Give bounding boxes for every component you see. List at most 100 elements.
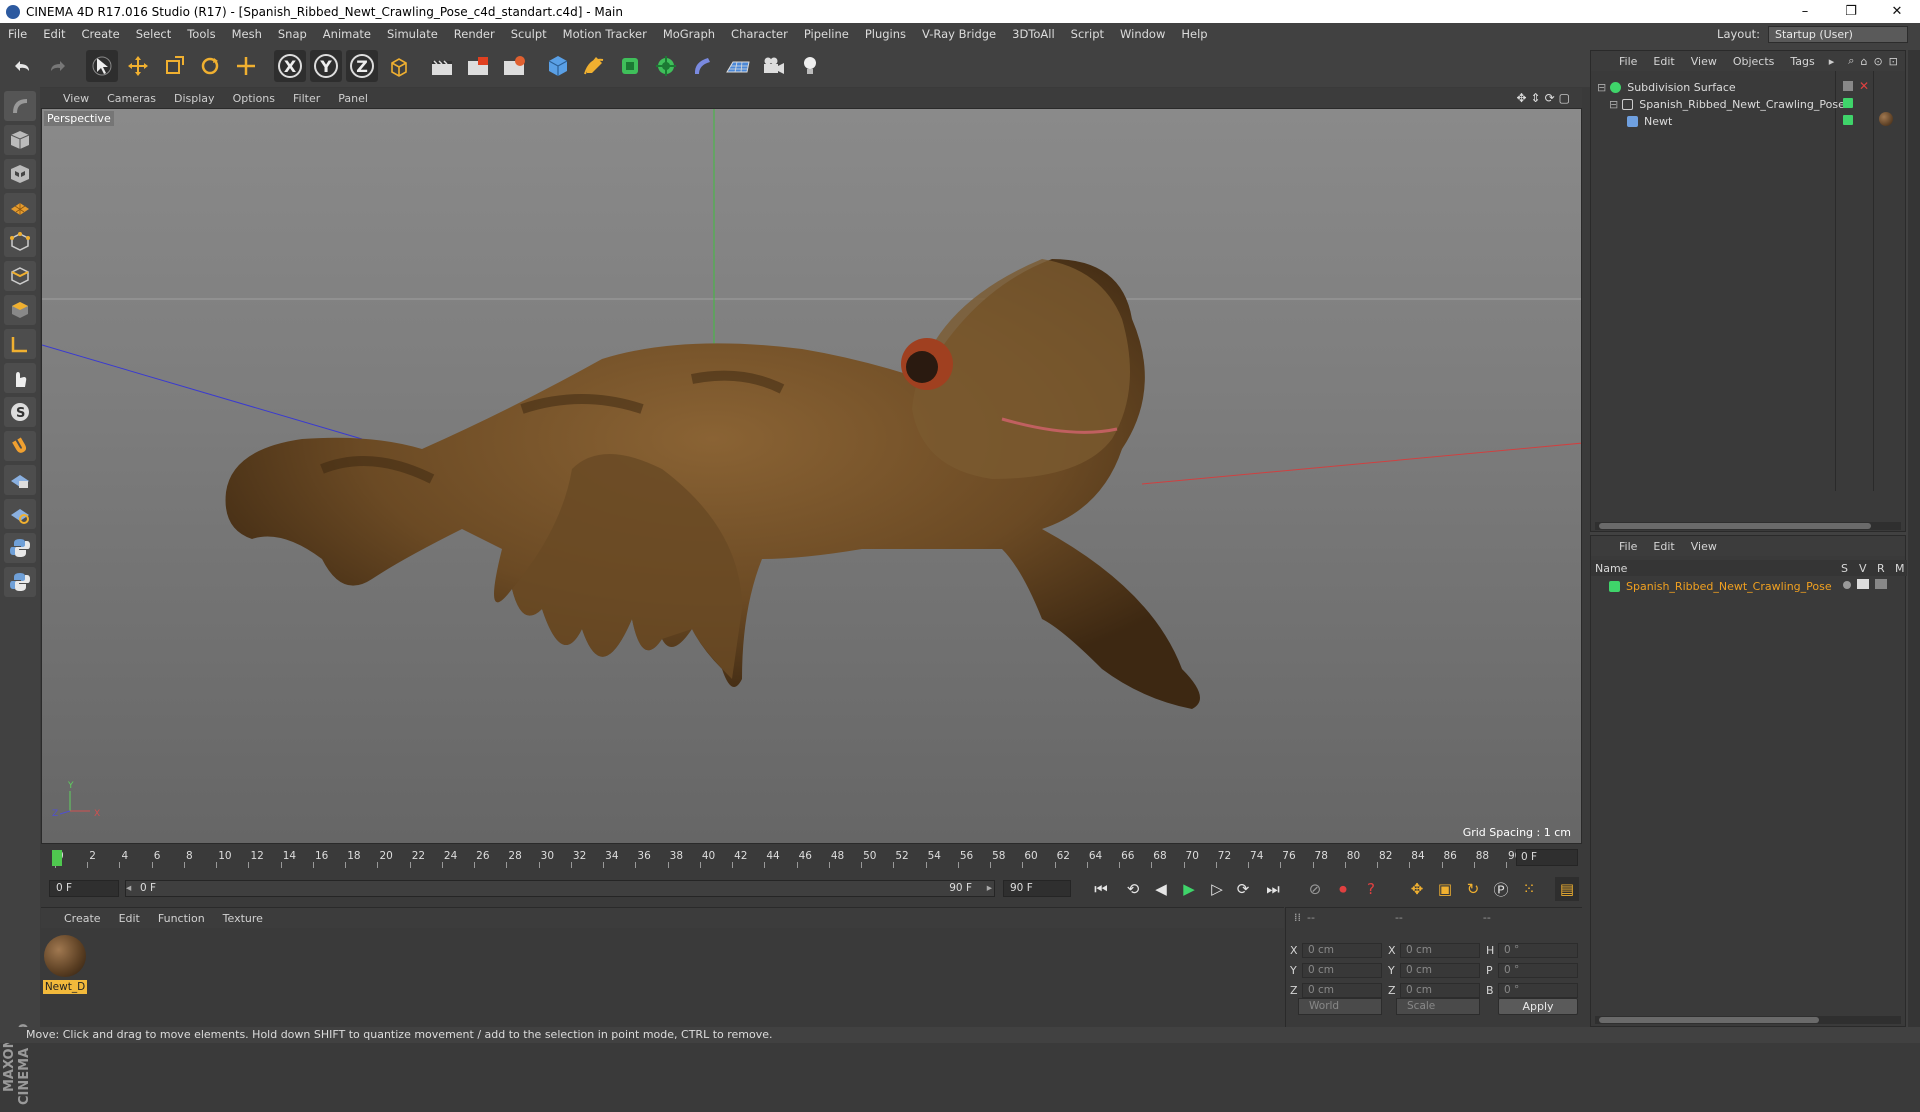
layer-render-icon[interactable] bbox=[1875, 579, 1887, 589]
menu-select[interactable]: Select bbox=[128, 23, 179, 45]
tree-collapse-icon[interactable]: ⊟ bbox=[1609, 98, 1618, 111]
layout-dropdown[interactable]: Startup (User) bbox=[1768, 26, 1908, 43]
timeline-playhead[interactable] bbox=[52, 850, 62, 866]
maximize-button[interactable]: ❐ bbox=[1828, 0, 1874, 23]
layer-manager-scrollbar[interactable] bbox=[1595, 1016, 1901, 1024]
size-y-field[interactable]: 0 cm bbox=[1400, 963, 1480, 978]
menu-simulate[interactable]: Simulate bbox=[379, 23, 446, 45]
rot-p-field[interactable]: 0 ° bbox=[1498, 963, 1578, 978]
menu-animate[interactable]: Animate bbox=[315, 23, 379, 45]
timeline-window-icon[interactable]: ▤ bbox=[1555, 877, 1579, 901]
viewport-pan-icon[interactable]: ✥ bbox=[1516, 91, 1526, 105]
record-keys-disabled-icon[interactable]: ⊘ bbox=[1303, 877, 1327, 901]
objects-pin-icon[interactable]: ⊙ bbox=[1873, 55, 1882, 68]
snapping-icon[interactable]: S bbox=[4, 397, 36, 427]
layer-row-spanish-ribbed-newt[interactable]: Spanish_Ribbed_Newt_Crawling_Pose bbox=[1609, 578, 1832, 594]
menu-help[interactable]: Help bbox=[1173, 23, 1215, 45]
material-menu-texture[interactable]: Texture bbox=[214, 912, 272, 925]
menu-window[interactable]: Window bbox=[1112, 23, 1173, 45]
viewport-menu-options[interactable]: Options bbox=[224, 92, 284, 105]
rotate-tool-icon[interactable] bbox=[194, 50, 226, 82]
newt-pose-enabled-check[interactable] bbox=[1843, 98, 1853, 108]
layer-visible-eye-icon[interactable] bbox=[1857, 579, 1869, 589]
menu-pipeline[interactable]: Pipeline bbox=[796, 23, 857, 45]
apply-button[interactable]: Apply bbox=[1498, 998, 1578, 1015]
coordinate-space-dropdown[interactable]: World bbox=[1298, 998, 1382, 1015]
start-frame-field[interactable]: 0 F bbox=[49, 880, 119, 897]
menu-render[interactable]: Render bbox=[446, 23, 503, 45]
key-position-icon[interactable]: ✥ bbox=[1405, 877, 1429, 901]
coordinate-system-icon[interactable] bbox=[382, 50, 414, 82]
size-z-field[interactable]: 0 cm bbox=[1400, 983, 1480, 998]
timeline-ruler[interactable]: 0246810121416182022242628303234363840424… bbox=[41, 845, 1582, 871]
pos-y-field[interactable]: 0 cm bbox=[1302, 963, 1382, 978]
menu-create[interactable]: Create bbox=[74, 23, 128, 45]
python-script-icon[interactable] bbox=[4, 533, 36, 563]
polygons-mode-icon[interactable] bbox=[4, 295, 36, 325]
material-menu-edit[interactable]: Edit bbox=[110, 912, 149, 925]
rot-h-field[interactable]: 0 ° bbox=[1498, 943, 1578, 958]
magnet-icon[interactable] bbox=[4, 431, 36, 461]
layers-menu-edit[interactable]: Edit bbox=[1645, 540, 1682, 553]
key-scale-icon[interactable]: ▣ bbox=[1433, 877, 1457, 901]
live-selection-icon[interactable] bbox=[86, 50, 118, 82]
viewport-maximize-icon[interactable]: ▢ bbox=[1559, 91, 1570, 105]
menu-character[interactable]: Character bbox=[723, 23, 796, 45]
workplane-mode-icon[interactable] bbox=[4, 193, 36, 223]
render-to-picture-viewer-icon[interactable] bbox=[462, 50, 494, 82]
viewport-zoom-icon[interactable]: ⇕ bbox=[1531, 91, 1541, 105]
previous-frame-icon[interactable]: ◀ bbox=[1149, 877, 1173, 901]
axis-mode-icon[interactable] bbox=[4, 329, 36, 359]
menu-3dtoall[interactable]: 3DToAll bbox=[1004, 23, 1063, 45]
attributes-side-tab[interactable] bbox=[1908, 50, 1920, 1027]
z-axis-lock-button[interactable]: Z bbox=[346, 50, 378, 82]
make-editable-icon[interactable] bbox=[4, 91, 36, 121]
objects-menu-tags[interactable]: Tags bbox=[1782, 55, 1822, 68]
python-console-icon[interactable] bbox=[4, 567, 36, 597]
object-manager-scrollbar[interactable] bbox=[1595, 522, 1901, 530]
rot-b-field[interactable]: 0 ° bbox=[1498, 983, 1578, 998]
render-view-icon[interactable] bbox=[426, 50, 458, 82]
y-axis-lock-button[interactable]: Y bbox=[310, 50, 342, 82]
viewport-menu-view[interactable]: View bbox=[54, 92, 98, 105]
menu-tools[interactable]: Tools bbox=[179, 23, 223, 45]
menu-mesh[interactable]: Mesh bbox=[224, 23, 270, 45]
floor-scene-icon[interactable] bbox=[722, 50, 754, 82]
workplane-lock-icon[interactable] bbox=[4, 465, 36, 495]
menu-script[interactable]: Script bbox=[1063, 23, 1112, 45]
render-settings-icon[interactable] bbox=[498, 50, 530, 82]
layers-menu-view[interactable]: View bbox=[1683, 540, 1725, 553]
layers-menu-file[interactable]: File bbox=[1611, 540, 1645, 553]
layer-solo-toggle[interactable] bbox=[1843, 581, 1851, 589]
menu-vray-bridge[interactable]: V-Ray Bridge bbox=[914, 23, 1004, 45]
go-to-end-icon[interactable]: ⏭ bbox=[1261, 877, 1285, 901]
close-button[interactable]: ✕ bbox=[1874, 0, 1920, 23]
pen-spline-icon[interactable] bbox=[578, 50, 610, 82]
size-mode-dropdown[interactable]: Scale bbox=[1396, 998, 1480, 1015]
preview-range-slider[interactable]: ◂ 0 F 90 F ▸ bbox=[125, 880, 995, 897]
texture-mode-icon[interactable] bbox=[4, 159, 36, 189]
redo-icon[interactable] bbox=[42, 50, 74, 82]
array-mograph-icon[interactable] bbox=[650, 50, 682, 82]
menu-mograph[interactable]: MoGraph bbox=[655, 23, 723, 45]
previous-key-icon[interactable]: ⟲ bbox=[1121, 877, 1145, 901]
menu-snap[interactable]: Snap bbox=[270, 23, 315, 45]
objects-menu-more-icon[interactable]: ▸ bbox=[1829, 55, 1835, 68]
objects-menu-edit[interactable]: Edit bbox=[1645, 55, 1682, 68]
workplane-rotate-icon[interactable] bbox=[4, 499, 36, 529]
pos-x-field[interactable]: 0 cm bbox=[1302, 943, 1382, 958]
undo-icon[interactable] bbox=[6, 50, 38, 82]
material-menu-create[interactable]: Create bbox=[55, 912, 110, 925]
subdivision-edit-toggle[interactable] bbox=[1843, 81, 1853, 91]
objects-search-icon[interactable]: ⌕ bbox=[1848, 54, 1854, 68]
record-active-objects-icon[interactable]: ⏺ bbox=[1331, 877, 1355, 901]
menu-plugins[interactable]: Plugins bbox=[857, 23, 914, 45]
viewport-menu-filter[interactable]: Filter bbox=[284, 92, 329, 105]
points-mode-icon[interactable] bbox=[4, 227, 36, 257]
material-tag-icon[interactable] bbox=[1879, 112, 1893, 126]
go-to-start-icon[interactable]: ⏮ bbox=[1089, 877, 1113, 901]
recent-tool-icon[interactable] bbox=[230, 50, 262, 82]
tweak-mode-icon[interactable] bbox=[4, 363, 36, 393]
cube-primitive-icon[interactable] bbox=[542, 50, 574, 82]
material-menu-function[interactable]: Function bbox=[149, 912, 214, 925]
